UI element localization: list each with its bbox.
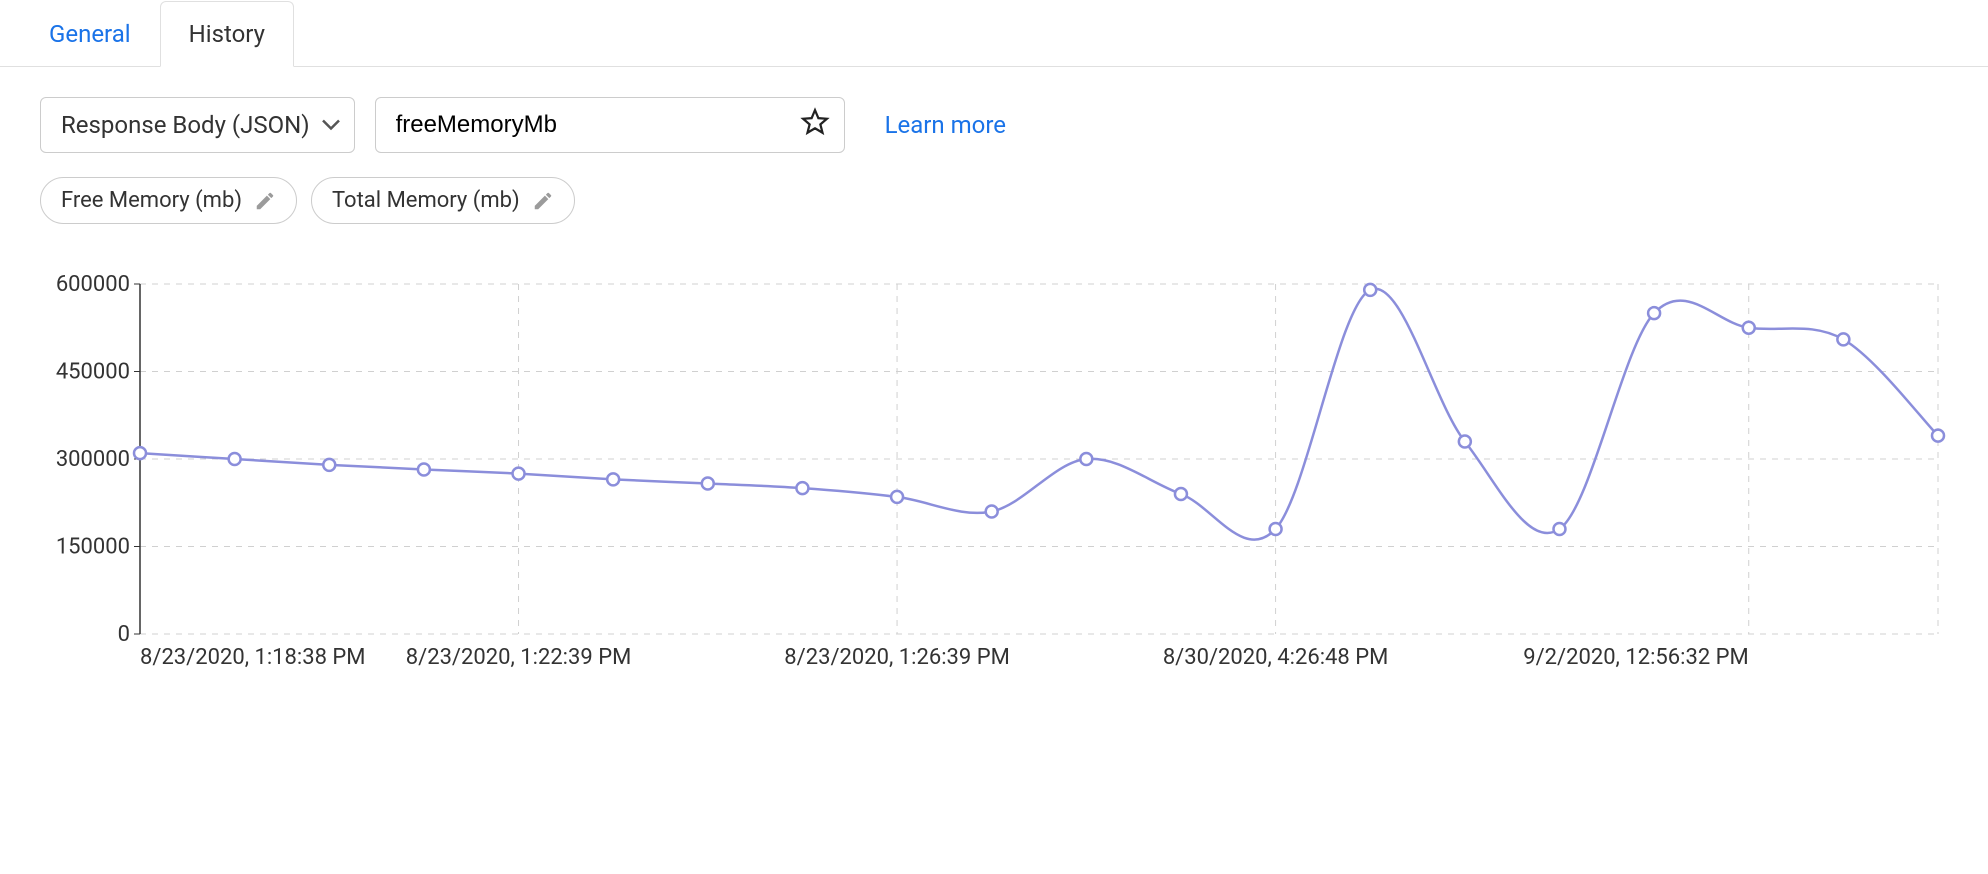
svg-text:600000: 600000 bbox=[56, 272, 130, 297]
svg-text:150000: 150000 bbox=[56, 535, 130, 560]
svg-text:8/23/2020, 1:18:38 PM: 8/23/2020, 1:18:38 PM bbox=[140, 645, 366, 670]
controls-row: Response Body (JSON) Learn more bbox=[0, 97, 1988, 153]
svg-text:8/30/2020, 4:26:48 PM: 8/30/2020, 4:26:48 PM bbox=[1163, 645, 1389, 670]
pencil-icon bbox=[254, 190, 276, 212]
pencil-icon bbox=[532, 190, 554, 212]
tabs-bar: General History bbox=[0, 0, 1988, 67]
svg-text:450000: 450000 bbox=[56, 360, 130, 385]
tab-history[interactable]: History bbox=[160, 1, 294, 67]
metric-input[interactable] bbox=[396, 111, 794, 139]
metric-input-wrap bbox=[375, 97, 845, 153]
chevron-down-icon bbox=[322, 115, 340, 136]
response-body-select[interactable]: Response Body (JSON) bbox=[40, 97, 355, 153]
tab-general[interactable]: General bbox=[20, 1, 160, 67]
chip-label: Free Memory (mb) bbox=[61, 188, 242, 213]
svg-text:8/23/2020, 1:26:39 PM: 8/23/2020, 1:26:39 PM bbox=[784, 645, 1010, 670]
chips-row: Free Memory (mb) Total Memory (mb) bbox=[0, 177, 1988, 224]
learn-more-link[interactable]: Learn more bbox=[885, 111, 1006, 139]
svg-text:0: 0 bbox=[118, 622, 130, 647]
select-value-text: Response Body (JSON) bbox=[61, 111, 310, 139]
line-chart: 0 150000 300000 450000 600000 8/23/2020, 1:18… bbox=[40, 264, 1948, 684]
chip-free-memory[interactable]: Free Memory (mb) bbox=[40, 177, 297, 224]
svg-text:300000: 300000 bbox=[56, 447, 130, 472]
star-icon[interactable] bbox=[800, 107, 830, 143]
svg-text:8/23/2020, 1:22:39 PM: 8/23/2020, 1:22:39 PM bbox=[406, 645, 632, 670]
chip-label: Total Memory (mb) bbox=[332, 188, 520, 213]
chart-container: 0 150000 300000 450000 600000 8/23/2020, 1:18… bbox=[0, 264, 1988, 724]
svg-text:9/2/2020, 12:56:32 PM: 9/2/2020, 12:56:32 PM bbox=[1523, 645, 1749, 670]
chip-total-memory[interactable]: Total Memory (mb) bbox=[311, 177, 575, 224]
